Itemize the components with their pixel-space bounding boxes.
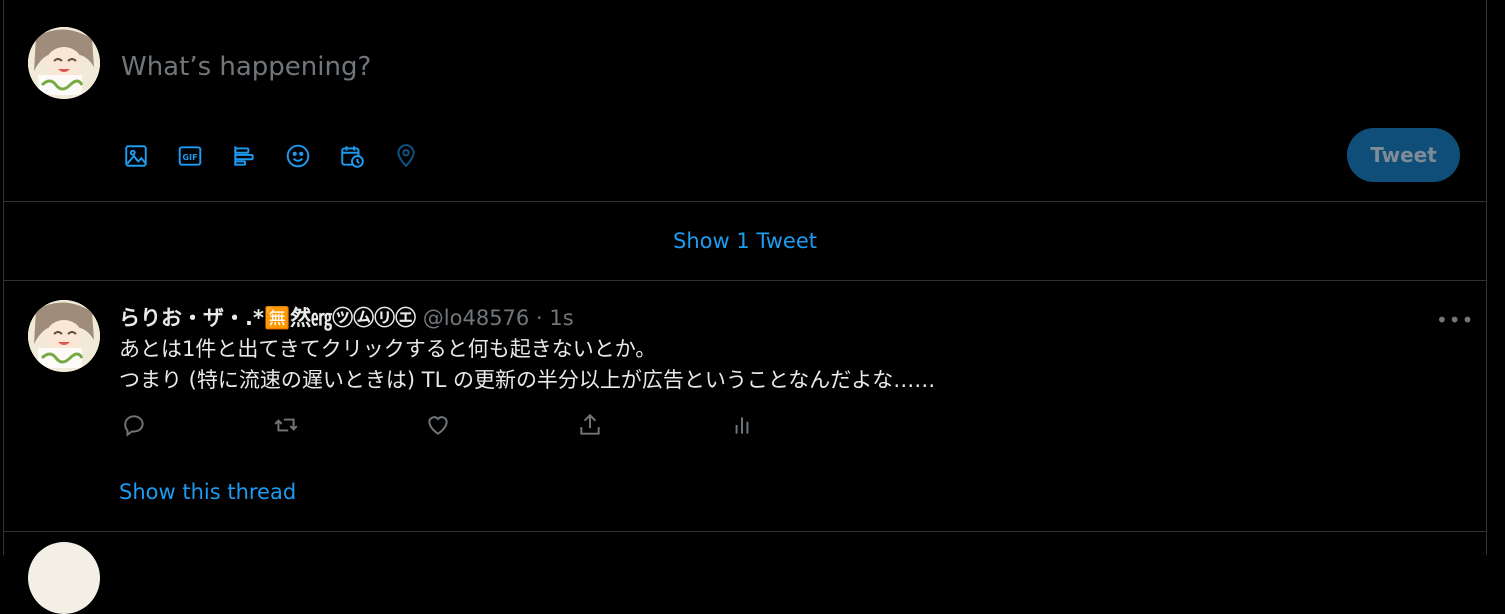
- timeline-column: What’s happening? GIF Tweet Show 1 Tweet…: [3, 0, 1487, 614]
- avatar-image: [28, 300, 100, 372]
- location-icon[interactable]: [390, 140, 422, 172]
- tweet-text-line: つまり (特に流速の遅いときは) TL の更新の半分以上が広告ということなんだよ…: [119, 368, 936, 392]
- tweet-header: らりお・ザ・.*🈚然㋍㋡㋰㋷㋓ @lo48576 · 1s: [119, 302, 574, 332]
- avatar-image: [28, 27, 100, 99]
- tweet-input[interactable]: What’s happening?: [121, 52, 371, 82]
- retweet-icon[interactable]: [271, 410, 301, 440]
- tweet-text: あとは1件と出てきてクリックすると何も起きないとか。 つまり (特に流速の遅いと…: [119, 334, 1419, 396]
- user-handle[interactable]: @lo48576: [423, 306, 530, 330]
- show-thread-link[interactable]: Show this thread: [119, 480, 296, 504]
- like-icon[interactable]: [423, 410, 453, 440]
- gif-icon[interactable]: GIF: [174, 140, 206, 172]
- reply-icon[interactable]: [119, 410, 149, 440]
- schedule-icon[interactable]: [336, 140, 368, 172]
- tweet-text-line: あとは1件と出てきてクリックすると何も起きないとか。: [119, 337, 657, 361]
- more-options-icon[interactable]: •••: [1436, 308, 1474, 332]
- show-new-tweets-button[interactable]: Show 1 Tweet: [4, 201, 1486, 281]
- avatar[interactable]: [28, 27, 100, 99]
- tweet-composer: What’s happening? GIF Tweet: [4, 0, 1486, 202]
- share-icon[interactable]: [575, 410, 605, 440]
- svg-text:GIF: GIF: [182, 152, 197, 162]
- emoji-icon[interactable]: [282, 140, 314, 172]
- display-name[interactable]: らりお・ザ・.*🈚然㋍㋡㋰㋷㋓: [119, 306, 416, 330]
- poll-icon[interactable]: [228, 140, 260, 172]
- timestamp[interactable]: 1s: [549, 306, 573, 330]
- image-icon[interactable]: [120, 140, 152, 172]
- tweet[interactable]: らりお・ザ・.*🈚然㋍㋡㋰㋷㋓ @lo48576 · 1s ••• あとは1件と…: [4, 280, 1486, 532]
- separator: ·: [535, 306, 543, 330]
- avatar[interactable]: [28, 542, 100, 614]
- tweet-button[interactable]: Tweet: [1347, 128, 1460, 182]
- avatar[interactable]: [28, 300, 100, 372]
- analytics-icon[interactable]: [727, 410, 757, 440]
